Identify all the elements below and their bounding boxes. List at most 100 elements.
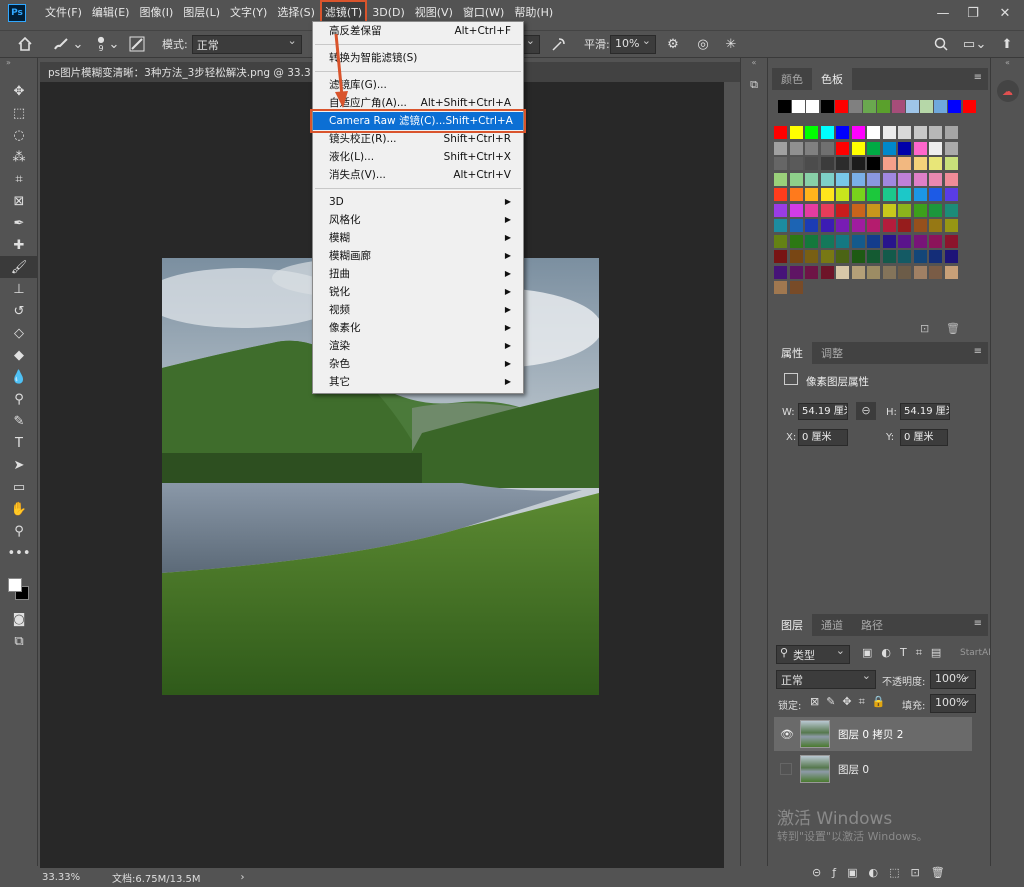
blur-tool-icon[interactable]: 💧 (0, 366, 38, 388)
swatch[interactable] (836, 219, 849, 232)
brush-settings-icon[interactable] (126, 33, 148, 55)
swatch[interactable] (851, 219, 865, 232)
quick-mask-icon[interactable]: ◙ (0, 608, 38, 630)
swatch[interactable] (789, 281, 803, 294)
swatch[interactable] (867, 234, 880, 248)
pen-tool-icon[interactable]: ✎ (0, 410, 38, 432)
tab-properties[interactable]: 属性 (772, 342, 812, 364)
swatch[interactable] (962, 100, 976, 113)
swatch[interactable] (820, 203, 834, 217)
layer-actions-icons[interactable]: ⊝ƒ▣◐⬚⊡🗑 (812, 866, 956, 879)
swatch[interactable] (774, 141, 787, 155)
chevron-right-icon[interactable]: › (241, 872, 245, 883)
home-icon[interactable] (14, 33, 36, 55)
swatch[interactable] (836, 188, 849, 201)
swatch[interactable] (898, 188, 911, 201)
swatch[interactable] (944, 188, 958, 201)
swatch[interactable] (898, 250, 911, 263)
swatch[interactable] (851, 126, 865, 139)
filter-menu-item[interactable]: 液化(L)... Shift+Ctrl+X (313, 148, 523, 166)
swatch[interactable] (774, 126, 787, 139)
swatch[interactable] (867, 157, 880, 170)
swatch[interactable] (944, 126, 958, 139)
swatch[interactable] (867, 172, 880, 186)
swatch[interactable] (851, 172, 865, 186)
swatch[interactable] (836, 126, 849, 139)
zoom-tool-icon[interactable]: ⚲ (0, 520, 38, 542)
move-tool-icon[interactable]: ✥ (0, 80, 38, 102)
minimize-button[interactable]: — (928, 0, 958, 26)
menu-item-4[interactable]: 文字(Y) (225, 0, 272, 26)
swatch[interactable] (789, 265, 803, 279)
paint-bucket-tool-icon[interactable]: ◆ (0, 344, 38, 366)
swatch[interactable] (944, 157, 958, 170)
swatch[interactable] (929, 250, 942, 263)
swatch[interactable] (820, 234, 834, 248)
swatch[interactable] (789, 172, 803, 186)
filter-menu-item[interactable]: 锐化 ▶ (313, 283, 523, 301)
swatch[interactable] (836, 172, 849, 186)
swatch[interactable] (836, 265, 849, 279)
swatch[interactable] (913, 234, 927, 248)
swatch[interactable] (863, 100, 877, 113)
swatch[interactable] (882, 188, 896, 201)
share-icon[interactable]: ⬆ (996, 33, 1018, 55)
filter-menu-item[interactable]: 视频 ▶ (313, 301, 523, 319)
maximize-button[interactable]: ❐ (958, 0, 988, 26)
swatch[interactable] (805, 250, 818, 263)
menu-item-0[interactable]: 文件(F) (40, 0, 87, 26)
swatch[interactable] (836, 203, 849, 217)
magic-wand-tool-icon[interactable]: ⁂ (0, 146, 38, 168)
tab-paths[interactable]: 路径 (852, 614, 892, 636)
swatch[interactable] (929, 126, 942, 139)
swatch[interactable] (882, 203, 896, 217)
swatch[interactable] (789, 188, 803, 201)
swatch[interactable] (851, 157, 865, 170)
swatch[interactable] (836, 141, 849, 155)
swatch[interactable] (898, 141, 911, 155)
more-tools-icon[interactable]: ••• (0, 542, 38, 564)
filter-menu-item[interactable]: 其它 ▶ (313, 373, 523, 391)
chevron-down-icon[interactable]: ⌄ (72, 33, 84, 55)
swatch[interactable] (789, 234, 803, 248)
swatch[interactable] (778, 100, 791, 113)
camera-raw-filter-menu-item[interactable]: Camera Raw 滤镜(C)... Shift+Ctrl+A (310, 109, 526, 133)
filter-menu-item[interactable]: 扭曲 ▶ (313, 265, 523, 283)
brush-size[interactable]: ● 9 (94, 35, 108, 53)
blend-mode-select[interactable]: 正常 (776, 669, 876, 689)
swatch[interactable] (929, 265, 942, 279)
filter-menu-item[interactable]: 消失点(V)... Alt+Ctrl+V (313, 166, 523, 184)
swatch[interactable] (898, 157, 911, 170)
swatch[interactable] (944, 219, 958, 232)
swatch[interactable] (805, 265, 818, 279)
zoom-level[interactable]: 33.33% (42, 872, 102, 883)
panel-menu-icon[interactable]: ≡ (974, 346, 982, 357)
swatch[interactable] (820, 100, 834, 113)
path-selection-tool-icon[interactable]: ➤ (0, 454, 38, 476)
swatch[interactable] (805, 188, 818, 201)
swatch[interactable] (929, 219, 942, 232)
layer-row[interactable]: 👁 图层 0 拷贝 2 (774, 717, 972, 751)
filter-menu-item[interactable]: 模糊 ▶ (313, 229, 523, 247)
frame-tool-icon[interactable]: ⊠ (0, 190, 38, 212)
symmetry-icon[interactable]: ✳ (720, 33, 742, 55)
marquee-tool-icon[interactable]: ⬚ (0, 102, 38, 124)
swatch[interactable] (929, 172, 942, 186)
swatch[interactable] (913, 250, 927, 263)
filter-menu-item[interactable]: 渲染 ▶ (313, 337, 523, 355)
swatch[interactable] (944, 250, 958, 263)
swatch[interactable] (820, 265, 834, 279)
swatch[interactable] (944, 265, 958, 279)
menu-item-2[interactable]: 图像(I) (134, 0, 178, 26)
close-button[interactable]: ✕ (990, 0, 1020, 26)
swatch[interactable] (789, 141, 803, 155)
chevron-down-icon[interactable]: ⌄ (108, 33, 120, 55)
layer-row[interactable]: 图层 0 (774, 752, 972, 786)
stamp-tool-icon[interactable]: ⊥ (0, 278, 38, 300)
swatch[interactable] (882, 126, 896, 139)
search-icon[interactable] (930, 33, 952, 55)
swatch[interactable] (929, 141, 942, 155)
swatch[interactable] (805, 219, 818, 232)
swatch[interactable] (929, 157, 942, 170)
filter-menu-item[interactable]: 风格化 ▶ (313, 211, 523, 229)
